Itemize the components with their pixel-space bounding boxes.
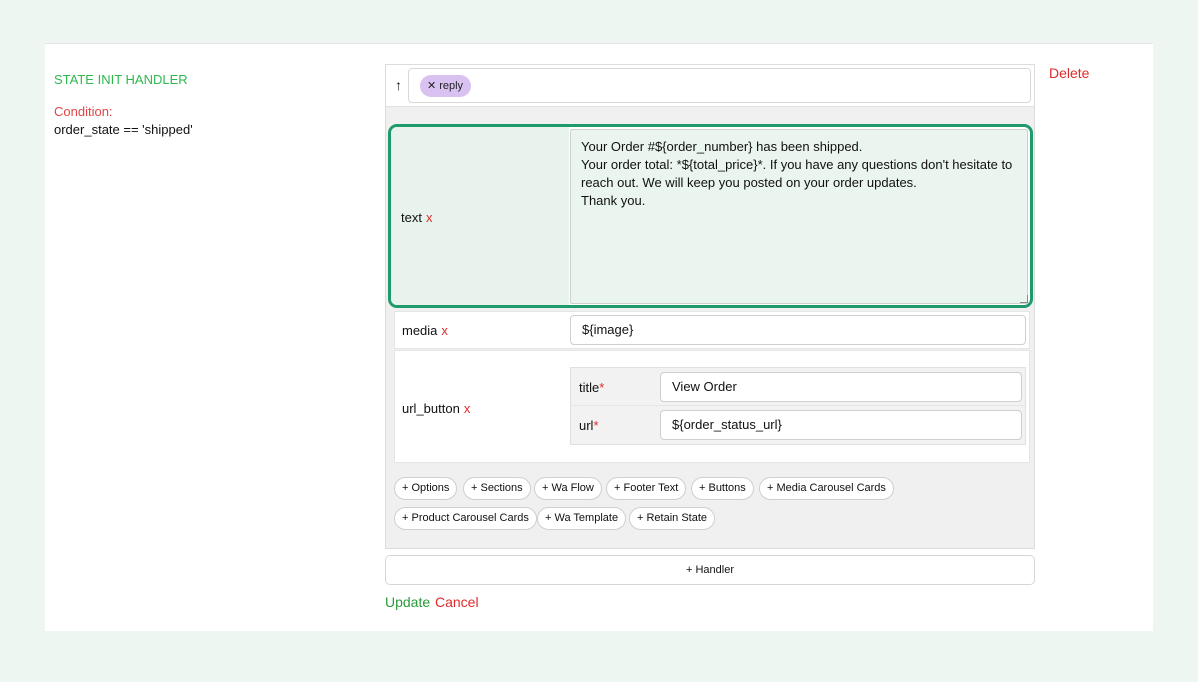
reply-chip[interactable]: ✕ reply (420, 75, 472, 97)
add-product-carousel-cards-button[interactable]: + Product Carousel Cards (394, 507, 537, 530)
reply-chip-label: reply (439, 80, 464, 92)
url-input[interactable]: ${order_status_url} (660, 410, 1022, 440)
condition-label: Condition: (54, 104, 113, 119)
reply-tag-input[interactable]: ✕ reply (408, 68, 1031, 103)
reply-editor: ↑ ✕ reply text x Your Order #${order_numbe… (385, 64, 1035, 549)
media-field-row: media x ${image} (394, 311, 1030, 349)
url-subfield-row: url* ${order_status_url} (571, 406, 1025, 444)
media-label: media (402, 323, 438, 338)
add-sections-button[interactable]: + Sections (463, 477, 531, 500)
url-button-field-row: url_button x title* View Order url* ${ord… (394, 350, 1030, 463)
arrow-up-icon[interactable]: ↑ (395, 77, 402, 93)
url-subfield-label: url* (579, 418, 599, 433)
remove-media-field[interactable]: x (441, 323, 448, 338)
condition-value: order_state == 'shipped' (54, 122, 193, 137)
url-label: url (579, 418, 594, 433)
text-field-row: text x Your Order #${order_number} has be… (388, 124, 1033, 308)
url-button-subfields: title* View Order url* ${order_status_ur… (570, 367, 1026, 445)
title-subfield-row: title* View Order (571, 368, 1025, 406)
required-marker: * (599, 380, 605, 395)
required-marker: * (593, 418, 599, 433)
update-link[interactable]: Update (385, 594, 430, 610)
media-field-label: media x (402, 323, 448, 338)
add-retain-state-button[interactable]: + Retain State (629, 507, 716, 530)
resize-grip-icon[interactable] (1020, 295, 1028, 303)
handler-title: STATE INIT HANDLER (54, 72, 188, 87)
media-input[interactable]: ${image} (570, 315, 1026, 345)
add-wa-template-button[interactable]: + Wa Template (537, 507, 627, 530)
close-icon[interactable]: ✕ (427, 80, 436, 92)
add-options-button[interactable]: + Options (394, 477, 458, 500)
remove-url-button-field[interactable]: x (464, 401, 471, 416)
title-subfield-label: title* (579, 380, 604, 395)
remove-text-field[interactable]: x (426, 210, 433, 225)
text-label: text (401, 210, 422, 225)
add-handler-button[interactable]: + Handler (385, 555, 1035, 585)
app-background: STATE INIT HANDLER Condition: order_stat… (0, 0, 1198, 682)
title-label: title (579, 380, 600, 395)
cancel-link[interactable]: Cancel (435, 594, 479, 610)
title-input[interactable]: View Order (660, 372, 1022, 402)
handler-panel: STATE INIT HANDLER Condition: order_stat… (45, 43, 1153, 631)
delete-link[interactable]: Delete (1049, 65, 1089, 81)
add-wa-flow-button[interactable]: + Wa Flow (534, 477, 602, 500)
add-footer-text-button[interactable]: + Footer Text (606, 477, 687, 500)
add-buttons-button[interactable]: + Buttons (691, 477, 754, 500)
reply-tag-row: ↑ ✕ reply (386, 65, 1034, 107)
url-button-field-label: url_button x (402, 401, 470, 416)
text-field-label: text x (401, 210, 432, 225)
text-message-textarea[interactable]: Your Order #${order_number} has been shi… (570, 129, 1028, 304)
url-button-label: url_button (402, 401, 460, 416)
add-media-carousel-cards-button[interactable]: + Media Carousel Cards (759, 477, 894, 500)
